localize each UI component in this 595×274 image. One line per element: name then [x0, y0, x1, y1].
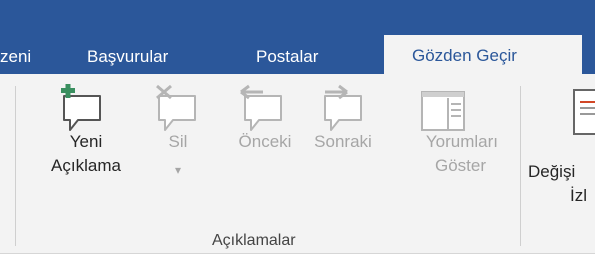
new-comment-button[interactable]: Yeni Açıklama: [30, 84, 142, 204]
group-divider-left: [15, 86, 16, 246]
next-comment-label: Sonraki: [314, 132, 372, 151]
next-comment-button[interactable]: Sonraki: [305, 84, 381, 204]
document-area: [0, 254, 595, 274]
track-changes-label-line2: İzl: [570, 186, 587, 204]
previous-comment-button[interactable]: Önceki: [227, 84, 303, 204]
next-comment-icon: [324, 84, 362, 131]
tab-bar-edge: [585, 35, 595, 74]
show-comments-label-line1: Yorumları: [425, 132, 498, 151]
ribbon-tab-bar: zeni Başvurular Postalar Gözden Geçir: [0, 0, 595, 77]
chevron-down-icon: ▾: [174, 163, 182, 177]
previous-comment-label: Önceki: [238, 132, 292, 151]
show-comments-label-line2: Göster: [434, 156, 486, 175]
delete-comment-icon: [156, 84, 196, 131]
new-comment-label-line2: Açıklama: [51, 156, 121, 175]
track-changes-icon: [573, 89, 595, 135]
track-changes-button[interactable]: Değişi İzl: [528, 84, 595, 204]
previous-comment-icon: [240, 84, 282, 131]
new-comment-label-line1: Yeni: [69, 132, 103, 151]
tab-basvurular[interactable]: Başvurular: [87, 47, 168, 67]
comments-group-label: Açıklamalar: [212, 232, 296, 249]
track-changes-label-line1: Değişi: [528, 162, 576, 181]
group-divider-right: [520, 86, 521, 246]
delete-comment-button[interactable]: Sil ▾: [143, 84, 213, 204]
tab-duzeni-partial[interactable]: zeni: [0, 47, 31, 67]
tab-postalar[interactable]: Postalar: [256, 47, 318, 67]
new-comment-icon: [61, 84, 101, 131]
delete-comment-label: Sil: [168, 132, 188, 151]
show-comments-button[interactable]: Yorumları Göster: [382, 84, 498, 204]
tab-gozden-gecir[interactable]: Gözden Geçir: [384, 35, 582, 77]
tab-gozden-gecir-label: Gözden Geçir: [412, 46, 517, 65]
